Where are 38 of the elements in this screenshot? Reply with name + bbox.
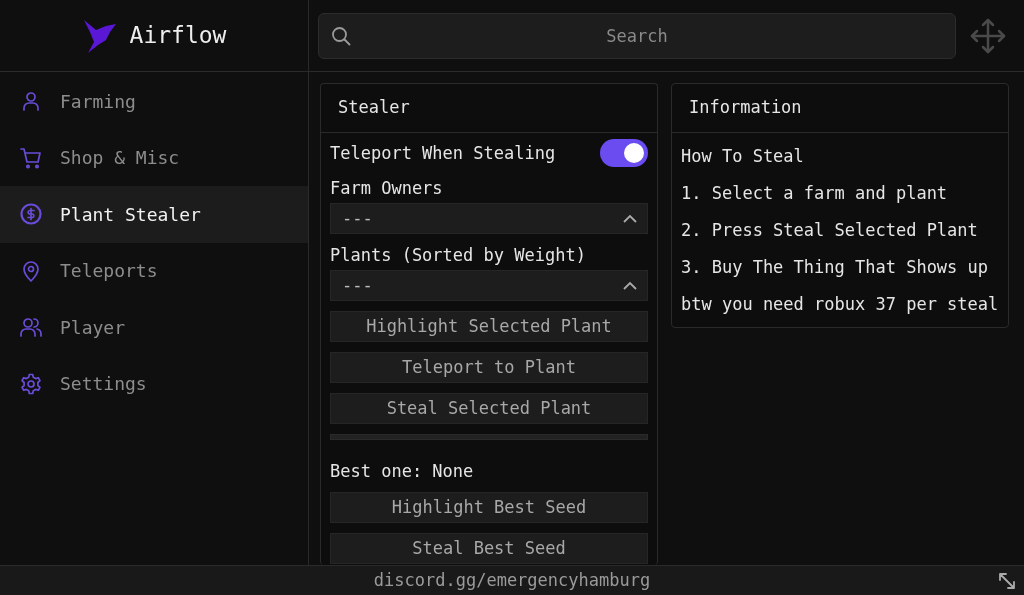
info-text: btw you need robux 37 per steal — [681, 293, 999, 315]
action-button[interactable]: Highlight Selected Plant — [330, 311, 648, 342]
action-button[interactable]: Steal Selected Plant — [330, 393, 648, 424]
info-text: 2. Press Steal Selected Plant — [681, 219, 979, 241]
search-icon — [331, 25, 351, 46]
info-text: 3. Buy The Thing That Shows up — [681, 256, 990, 278]
toggle-switch[interactable] — [600, 139, 648, 167]
bird-logo-icon — [81, 17, 118, 54]
info-text: 1. Select a farm and plant — [681, 182, 949, 204]
info-text: How To Steal — [681, 145, 805, 167]
panel-title: Stealer — [338, 96, 410, 120]
settings-icon — [20, 372, 42, 395]
sidebar-item[interactable]: Plant Stealer — [0, 186, 308, 243]
sidebar-item[interactable]: Player — [0, 299, 308, 356]
resize-icon[interactable] — [998, 572, 1016, 590]
field-label: Plants (Sorted by Weight) — [330, 244, 587, 266]
cart-icon — [20, 146, 42, 169]
location-pin-icon — [20, 259, 42, 282]
action-button[interactable]: Highlight Best Seed — [330, 492, 648, 523]
field-label: Best one: None — [330, 460, 475, 482]
people-icon — [20, 316, 42, 339]
app-title: Airflow — [129, 21, 227, 51]
dollar-icon — [20, 203, 42, 226]
search-field[interactable]: Search — [318, 12, 956, 59]
person-icon — [20, 90, 42, 113]
field-label: Farm Owners — [330, 177, 444, 199]
caret-icon — [623, 281, 637, 290]
action-button[interactable]: Teleport to Plant — [330, 352, 648, 383]
sidebar-item[interactable]: Shop & Misc — [0, 129, 308, 186]
action-button[interactable]: Steal Best Seed — [330, 533, 648, 564]
sidebar-item[interactable]: Farming — [0, 73, 308, 130]
sidebar-item[interactable]: Teleports — [0, 242, 308, 299]
panel-title: Information — [689, 96, 802, 120]
caret-icon — [623, 214, 637, 223]
toggle-label: Teleport When Stealing — [330, 142, 556, 164]
sidebar-item[interactable]: Settings — [0, 355, 308, 412]
dropdown[interactable]: --- — [330, 203, 648, 234]
dropdown[interactable]: --- — [330, 270, 648, 301]
